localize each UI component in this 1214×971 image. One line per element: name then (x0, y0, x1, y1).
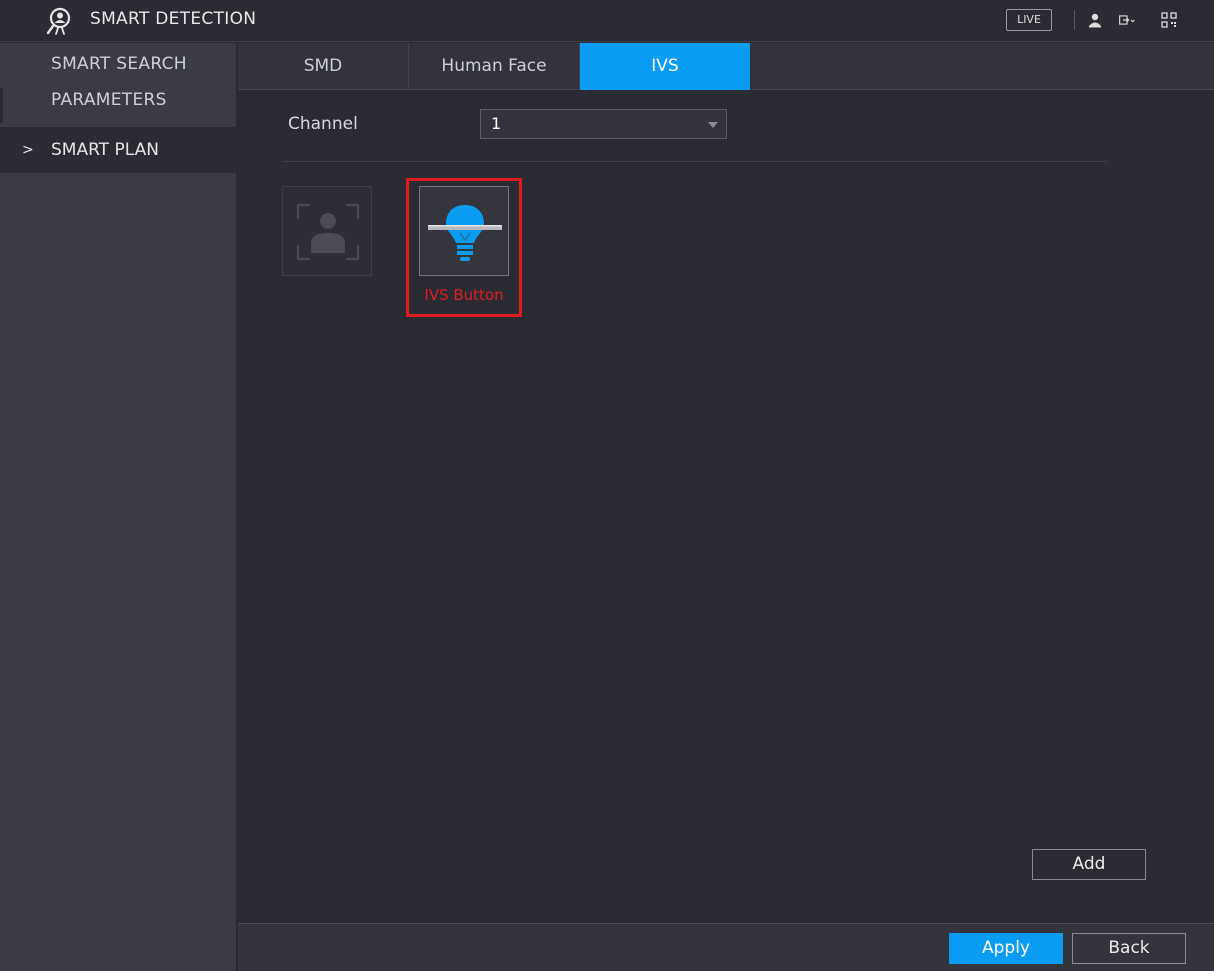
channel-select[interactable]: 1 (480, 109, 727, 139)
footer-bar: Apply Back (238, 923, 1214, 971)
sidebar-item-label: SMART PLAN (51, 140, 159, 160)
user-icon[interactable] (1086, 11, 1104, 29)
sidebar-item-smart-plan[interactable]: > SMART PLAN (0, 127, 237, 173)
tab-smd[interactable]: SMD (238, 43, 409, 90)
main-panel: SMD Human Face IVS Channel 1 IVS Button … (238, 43, 1214, 971)
qr-code-icon[interactable] (1160, 11, 1178, 29)
logout-icon[interactable] (1118, 11, 1136, 29)
live-button[interactable]: LIVE (1006, 9, 1052, 31)
tab-bar: SMD Human Face IVS (238, 43, 1214, 90)
smart-detection-icon (46, 7, 71, 35)
page-title: SMART DETECTION (90, 9, 257, 29)
annotation-label: IVS Button (424, 286, 504, 304)
toolbar-divider (1074, 10, 1075, 30)
channel-value: 1 (491, 114, 502, 133)
chevron-down-icon (708, 122, 718, 128)
sidebar-item-parameters[interactable]: PARAMETERS (0, 79, 237, 121)
back-button[interactable]: Back (1072, 933, 1186, 964)
tab-ivs[interactable]: IVS (580, 43, 750, 90)
title-bar: SMART DETECTION LIVE (0, 0, 1214, 42)
chevron-right-icon: > (22, 142, 34, 158)
divider (283, 161, 1107, 162)
add-button[interactable]: Add (1032, 849, 1146, 880)
channel-label: Channel (288, 114, 358, 134)
face-detection-plan-button[interactable] (282, 186, 372, 276)
apply-button[interactable]: Apply (949, 933, 1063, 964)
sidebar: SMART SEARCH PARAMETERS > SMART PLAN (0, 43, 237, 971)
face-detection-icon (297, 204, 359, 260)
tab-human-face[interactable]: Human Face (409, 43, 580, 90)
